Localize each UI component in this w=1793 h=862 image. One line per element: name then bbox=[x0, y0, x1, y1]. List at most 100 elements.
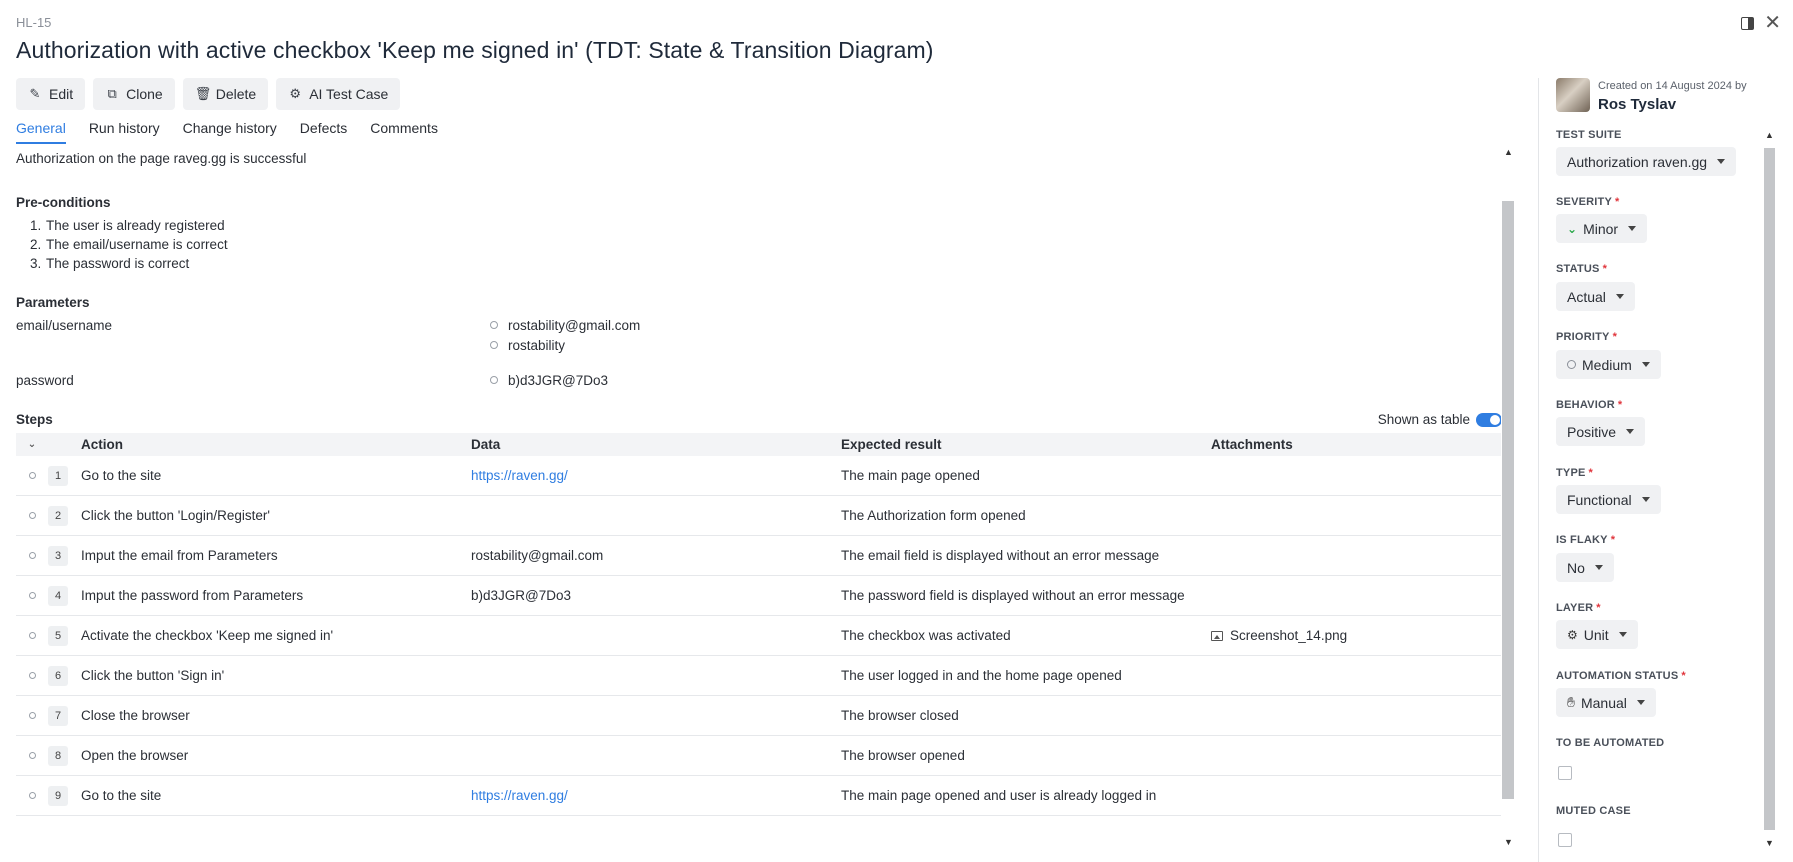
step-number: 5 bbox=[48, 625, 68, 646]
automation-status-label: AUTOMATION STATUS * bbox=[1556, 670, 1686, 682]
table-row[interactable]: 9 Go to the site https://raven.gg/ The m… bbox=[16, 776, 1502, 816]
toggle-panel-icon[interactable] bbox=[1741, 16, 1755, 30]
step-expected: The main page opened and user is already… bbox=[841, 788, 1157, 803]
step-toggle-icon[interactable] bbox=[28, 752, 36, 759]
scroll-up-icon[interactable]: ▲ bbox=[1504, 147, 1513, 157]
step-expected: The browser closed bbox=[841, 708, 959, 723]
avatar[interactable] bbox=[1556, 78, 1590, 112]
close-icon[interactable]: ✕ bbox=[1764, 13, 1781, 33]
to-be-automated-checkbox[interactable] bbox=[1558, 766, 1572, 780]
parameters-title: Parameters bbox=[16, 295, 90, 310]
type-select[interactable]: Functional bbox=[1556, 485, 1661, 514]
author-name[interactable]: Ros Tyslav bbox=[1598, 96, 1676, 113]
tab-defects[interactable]: Defects bbox=[300, 120, 347, 144]
chevron-down-icon bbox=[1618, 632, 1627, 637]
table-row[interactable]: 2 Click the button 'Login/Register' The … bbox=[16, 496, 1502, 536]
scrollbar-thumb[interactable] bbox=[1764, 148, 1775, 830]
table-row[interactable]: 1 Go to the site https://raven.gg/ The m… bbox=[16, 456, 1502, 496]
step-action: Click the button 'Sign in' bbox=[81, 668, 225, 683]
muted-case-checkbox[interactable] bbox=[1558, 833, 1572, 847]
scroll-up-icon[interactable]: ▲ bbox=[1765, 130, 1774, 140]
window-controls: ✕ bbox=[1741, 13, 1781, 33]
step-toggle-icon[interactable] bbox=[28, 592, 36, 599]
tab-general[interactable]: General bbox=[16, 120, 66, 144]
case-id: HL-15 bbox=[16, 15, 52, 30]
is-flaky-label: IS FLAKY * bbox=[1556, 534, 1616, 546]
step-attachment[interactable]: Screenshot_14.png bbox=[1211, 628, 1502, 643]
shown-as-table-label: Shown as table bbox=[1377, 412, 1470, 427]
priority-select[interactable]: Medium bbox=[1556, 350, 1661, 379]
step-toggle-icon[interactable] bbox=[28, 792, 36, 799]
scrollbar-thumb[interactable] bbox=[1502, 201, 1514, 799]
step-toggle-icon[interactable] bbox=[28, 672, 36, 679]
image-icon bbox=[1211, 630, 1223, 641]
table-row[interactable]: 3 Imput the email from Parameters rostab… bbox=[16, 536, 1502, 576]
tab-run-history[interactable]: Run history bbox=[89, 120, 160, 144]
step-expected: The Authorization form opened bbox=[841, 508, 1026, 523]
table-header: ⌄ Action Data Expected result Attachment… bbox=[16, 433, 1502, 456]
table-row[interactable]: 4 Imput the password from Parameters b)d… bbox=[16, 576, 1502, 616]
step-number: 6 bbox=[48, 665, 68, 686]
step-expected: The browser opened bbox=[841, 748, 965, 763]
step-action: Go to the site bbox=[81, 788, 162, 803]
description: Authorization on the page raveg.gg is su… bbox=[16, 151, 307, 166]
ai-chip-icon: ⚙ bbox=[289, 86, 302, 101]
hand-icon: ✋︎ bbox=[1567, 694, 1575, 710]
chevron-down-icon bbox=[1626, 429, 1635, 434]
step-expected: The user logged in and the home page ope… bbox=[841, 668, 1122, 683]
sidebar-scrollbar[interactable]: ▲ ▼ bbox=[1762, 130, 1777, 848]
layer-label: LAYER * bbox=[1556, 602, 1601, 614]
shown-as-table-toggle[interactable] bbox=[1476, 412, 1502, 427]
shown-as-table-toggle-wrap: Shown as table bbox=[1378, 412, 1502, 427]
list-item: 2. The email/username is correct bbox=[30, 237, 228, 252]
chevron-down-icon bbox=[1717, 159, 1726, 164]
is-flaky-select[interactable]: No bbox=[1556, 553, 1614, 582]
attachment-filename[interactable]: Screenshot_14.png bbox=[1230, 628, 1347, 643]
chevron-down-icon bbox=[1636, 700, 1645, 705]
step-number: 9 bbox=[48, 785, 68, 806]
step-action: Close the browser bbox=[81, 708, 190, 723]
table-row[interactable]: 7 Close the browser The browser closed bbox=[16, 696, 1502, 736]
chevron-down-icon bbox=[1628, 226, 1637, 231]
step-toggle-icon[interactable] bbox=[28, 472, 36, 479]
tab-comments[interactable]: Comments bbox=[370, 120, 438, 144]
behavior-select[interactable]: Positive bbox=[1556, 417, 1646, 446]
scroll-down-icon[interactable]: ▼ bbox=[1765, 838, 1774, 848]
table-row[interactable]: 6 Click the button 'Sign in' The user lo… bbox=[16, 656, 1502, 696]
steps-title: Steps bbox=[16, 412, 53, 427]
collapse-all-icon[interactable]: ⌄ bbox=[28, 439, 36, 450]
severity-select[interactable]: ⌄ Minor bbox=[1556, 214, 1648, 243]
tab-change-history[interactable]: Change history bbox=[183, 120, 277, 144]
parameter-value: rostability bbox=[490, 338, 565, 353]
clone-button[interactable]: ⧉ Clone bbox=[93, 78, 175, 110]
layer-select[interactable]: ⚙ Unit bbox=[1556, 620, 1638, 649]
step-action: Open the browser bbox=[81, 748, 189, 763]
test-suite-select[interactable]: Authorization raven.gg bbox=[1556, 147, 1737, 176]
ai-test-case-button[interactable]: ⚙ AI Test Case bbox=[276, 78, 401, 110]
step-toggle-icon[interactable] bbox=[28, 632, 36, 639]
status-select[interactable]: Actual bbox=[1556, 282, 1635, 311]
page-title: Authorization with active checkbox 'Keep… bbox=[16, 37, 934, 63]
step-expected: The checkbox was activated bbox=[841, 628, 1011, 643]
table-row[interactable]: 8 Open the browser The browser opened bbox=[16, 736, 1502, 776]
pencil-icon: ✎ bbox=[29, 86, 41, 101]
step-number: 7 bbox=[48, 705, 68, 726]
copy-icon: ⧉ bbox=[107, 86, 117, 101]
table-row[interactable]: 5 Activate the checkbox 'Keep me signed … bbox=[16, 616, 1502, 656]
main-scrollbar[interactable]: ▲ ▼ bbox=[1501, 147, 1515, 847]
automation-status-select[interactable]: ✋︎ Manual bbox=[1556, 688, 1656, 717]
step-action: Activate the checkbox 'Keep me signed in… bbox=[81, 628, 334, 643]
step-toggle-icon[interactable] bbox=[28, 712, 36, 719]
delete-button[interactable]: 🗑︎ Delete bbox=[182, 78, 269, 110]
step-number: 3 bbox=[48, 545, 68, 566]
edit-button[interactable]: ✎ Edit bbox=[16, 78, 86, 110]
gears-icon: ⚙ bbox=[1567, 627, 1578, 642]
chevron-down-icon bbox=[1641, 497, 1650, 502]
scroll-down-icon[interactable]: ▼ bbox=[1504, 837, 1513, 847]
step-expected: The main page opened bbox=[841, 468, 980, 483]
step-data-link[interactable]: https://raven.gg/ bbox=[471, 468, 841, 483]
step-data: rostability@gmail.com bbox=[471, 548, 604, 563]
step-data-link[interactable]: https://raven.gg/ bbox=[471, 788, 841, 803]
step-toggle-icon[interactable] bbox=[28, 512, 36, 519]
step-toggle-icon[interactable] bbox=[28, 552, 36, 559]
